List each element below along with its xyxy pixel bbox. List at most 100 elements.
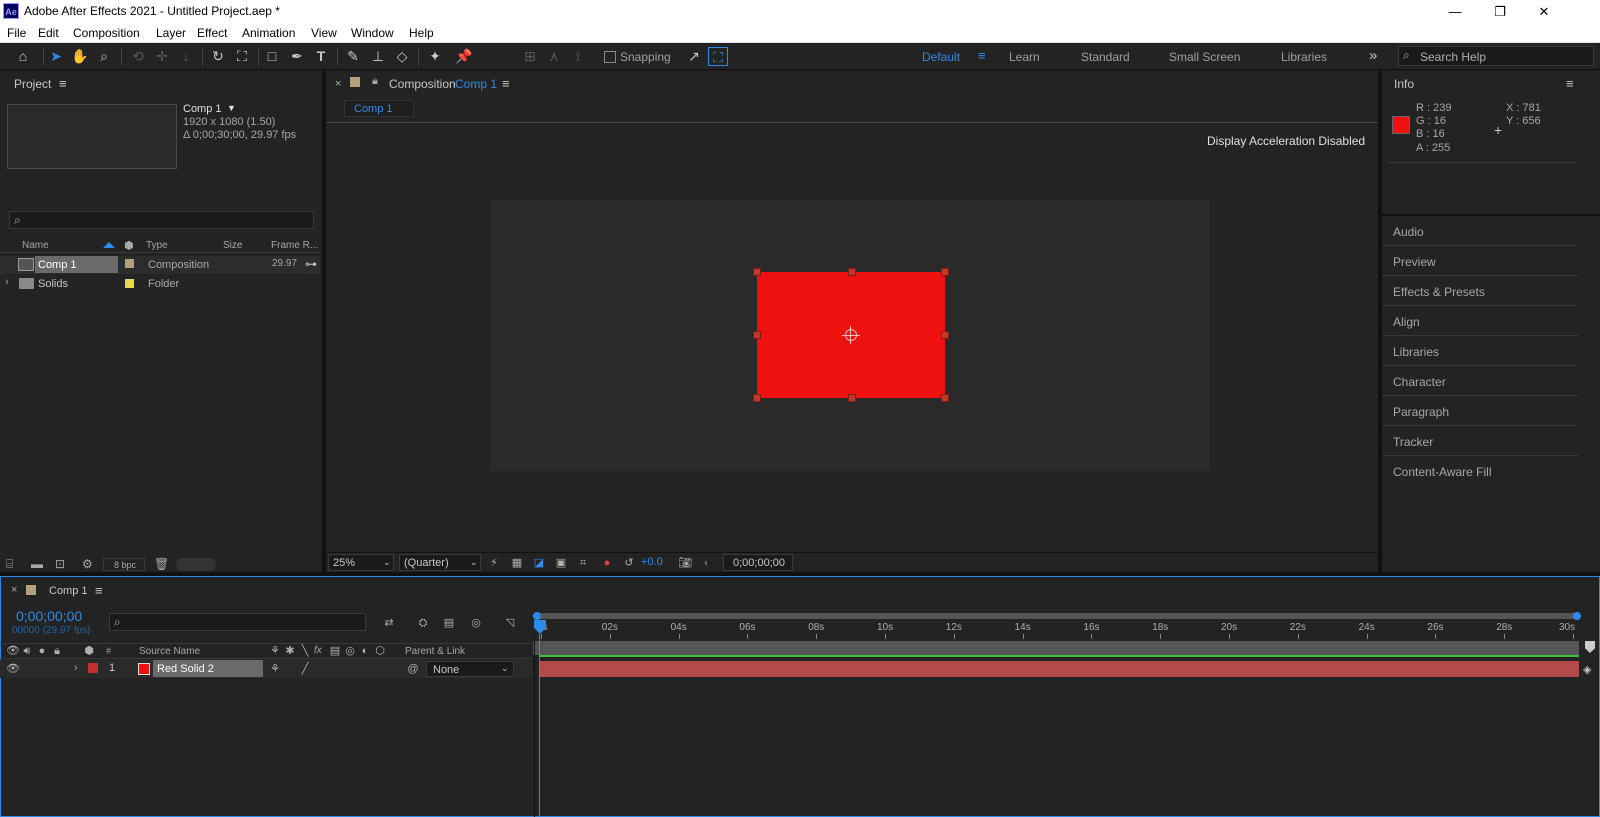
project-item-name[interactable]: Solids: [38, 278, 68, 290]
info-panel-title[interactable]: Info: [1394, 77, 1414, 91]
interpret-footage-icon[interactable]: ⌸: [6, 557, 13, 572]
composition-panel-name[interactable]: Comp 1: [455, 77, 497, 91]
expand-layer-icon[interactable]: ›: [74, 662, 78, 674]
new-composition-icon[interactable]: ⊡: [55, 557, 65, 571]
pen-tool-icon[interactable]: ✒: [287, 47, 307, 66]
comp-dropdown-icon[interactable]: ▼: [227, 103, 236, 113]
graph-editor-icon[interactable]: ◹: [503, 617, 517, 629]
more-workspaces-button[interactable]: »: [1369, 47, 1377, 64]
close-panel-icon[interactable]: ×: [11, 584, 17, 596]
rotation-tool-icon[interactable]: ↻: [208, 47, 228, 66]
magnification-dropdown[interactable]: 25% ⌄: [328, 554, 394, 571]
project-panel-title[interactable]: Project: [14, 77, 51, 91]
timeline-search-field[interactable]: ⌕: [109, 613, 366, 631]
snapping-checkbox[interactable]: [604, 51, 616, 63]
menu-layer[interactable]: Layer: [156, 26, 186, 40]
menu-composition[interactable]: Composition: [73, 26, 140, 40]
menu-view[interactable]: View: [311, 26, 337, 40]
pan-camera-icon[interactable]: ✛: [152, 47, 172, 66]
world-axis-icon[interactable]: ⋏: [544, 47, 564, 66]
grid-guides-icon[interactable]: ⌗: [576, 557, 590, 569]
effects-fx-icon[interactable]: fx: [314, 645, 322, 656]
orbit-camera-icon[interactable]: ⟲: [128, 47, 148, 66]
transform-handle[interactable]: [753, 331, 761, 339]
playhead-line[interactable]: [539, 634, 540, 817]
menu-edit[interactable]: Edit: [38, 26, 59, 40]
minimize-button[interactable]: —: [1432, 2, 1478, 22]
bit-depth-button[interactable]: 8 bpc: [103, 558, 145, 571]
timeline-panel-menu-icon[interactable]: ≡: [95, 583, 103, 598]
project-comp-name[interactable]: Comp 1: [183, 103, 222, 115]
transparency-grid-icon[interactable]: ▦: [510, 557, 524, 569]
tracker-panel-tab[interactable]: Tracker: [1383, 426, 1578, 456]
audio-panel-tab[interactable]: Audio: [1383, 216, 1578, 246]
parent-link-header[interactable]: Parent & Link: [405, 646, 465, 657]
column-type[interactable]: Type: [146, 240, 168, 251]
transform-handle[interactable]: [848, 268, 856, 276]
layer-label-swatch[interactable]: [88, 663, 98, 673]
project-item-name[interactable]: Comp 1: [38, 259, 77, 271]
snap-features-icon[interactable]: ⛶: [708, 47, 728, 66]
keyframe-navigator-icon[interactable]: ◈: [1583, 663, 1591, 676]
anchor-point-tool-icon[interactable]: ⛶: [232, 47, 252, 66]
solo-icon[interactable]: ●: [35, 645, 49, 657]
composition-panel-prefix[interactable]: Composition: [389, 77, 456, 91]
close-window-button[interactable]: ✕: [1521, 2, 1567, 22]
3d-layer-icon[interactable]: ⬡: [373, 645, 387, 657]
current-time-field[interactable]: 0;00;00;00: [723, 554, 793, 571]
lock-icon[interactable]: 🔒︎: [50, 645, 64, 657]
region-of-interest-icon[interactable]: ▣: [554, 557, 568, 569]
brush-tool-icon[interactable]: ✎: [343, 47, 363, 66]
audio-icon[interactable]: 🔊︎: [20, 645, 34, 657]
channel-rgb-icon[interactable]: ●: [600, 557, 614, 569]
comp-flowchart-icon[interactable]: ⇄: [382, 617, 396, 629]
reset-exposure-icon[interactable]: ↺: [622, 557, 636, 569]
project-panel-menu-icon[interactable]: ≡: [59, 76, 67, 91]
video-visibility-icon[interactable]: 👁︎: [6, 645, 20, 657]
local-axis-icon[interactable]: ⊞: [520, 47, 540, 66]
hand-tool-icon[interactable]: ✋: [70, 47, 90, 66]
menu-file[interactable]: File: [7, 26, 26, 40]
shy-switch-icon[interactable]: ⚘: [268, 663, 282, 675]
rectangle-tool-icon[interactable]: □: [262, 47, 282, 66]
effects-presets-panel-tab[interactable]: Effects & Presets: [1383, 276, 1578, 306]
motion-blur-switch-icon[interactable]: ◎: [343, 645, 357, 657]
snap-edges-icon[interactable]: ↗: [684, 47, 704, 66]
chevron-right-icon[interactable]: ›: [5, 276, 9, 288]
snapshot-camera-icon[interactable]: 📷︎: [678, 557, 692, 569]
trash-icon[interactable]: 🗑: [154, 557, 169, 571]
timeline-current-time[interactable]: 0;00;00;00: [16, 608, 82, 624]
menu-window[interactable]: Window: [351, 26, 394, 40]
project-search-field[interactable]: ⌕: [9, 211, 314, 229]
type-tool-icon[interactable]: T: [311, 47, 331, 66]
column-frame-rate[interactable]: Frame R...: [271, 240, 318, 251]
workspace-small-screen[interactable]: Small Screen: [1169, 50, 1240, 64]
thumbnail-scroll-slider[interactable]: [176, 558, 216, 571]
draft-3d-icon[interactable]: ⛭: [416, 617, 430, 629]
close-panel-icon[interactable]: ×: [335, 78, 341, 90]
zoom-tool-icon[interactable]: ⌕: [94, 47, 114, 66]
flowchart-icon[interactable]: ⊶: [305, 257, 317, 271]
transform-handle[interactable]: [941, 268, 949, 276]
layer-bar[interactable]: [539, 661, 1579, 677]
workspace-default[interactable]: Default: [922, 50, 960, 64]
quality-switch-icon[interactable]: ╱: [298, 663, 312, 675]
work-area-bar[interactable]: [533, 613, 1579, 619]
label-tag-icon[interactable]: ⬢: [124, 239, 134, 252]
resolution-dropdown[interactable]: (Quarter) ⌄: [399, 554, 481, 571]
exposure-value[interactable]: +0.0: [641, 556, 663, 568]
menu-effect[interactable]: Effect: [197, 26, 227, 40]
label-tag-icon[interactable]: ⬢: [82, 645, 96, 657]
project-settings-icon[interactable]: ⚙: [82, 557, 93, 571]
quality-icon[interactable]: ╲: [298, 645, 312, 657]
paragraph-panel-tab[interactable]: Paragraph: [1383, 396, 1578, 426]
lock-icon[interactable]: 🔒︎: [372, 75, 378, 88]
frame-blend-switch-icon[interactable]: ▤: [328, 645, 342, 657]
adjustment-layer-icon[interactable]: ◐: [358, 645, 372, 657]
content-aware-fill-panel-tab[interactable]: Content-Aware Fill: [1383, 456, 1578, 486]
source-name-header[interactable]: Source Name: [139, 646, 200, 657]
align-panel-tab[interactable]: Align: [1383, 306, 1578, 336]
transform-handle[interactable]: [941, 394, 949, 402]
transform-handle[interactable]: [753, 394, 761, 402]
work-area-end-handle[interactable]: [1573, 612, 1581, 620]
